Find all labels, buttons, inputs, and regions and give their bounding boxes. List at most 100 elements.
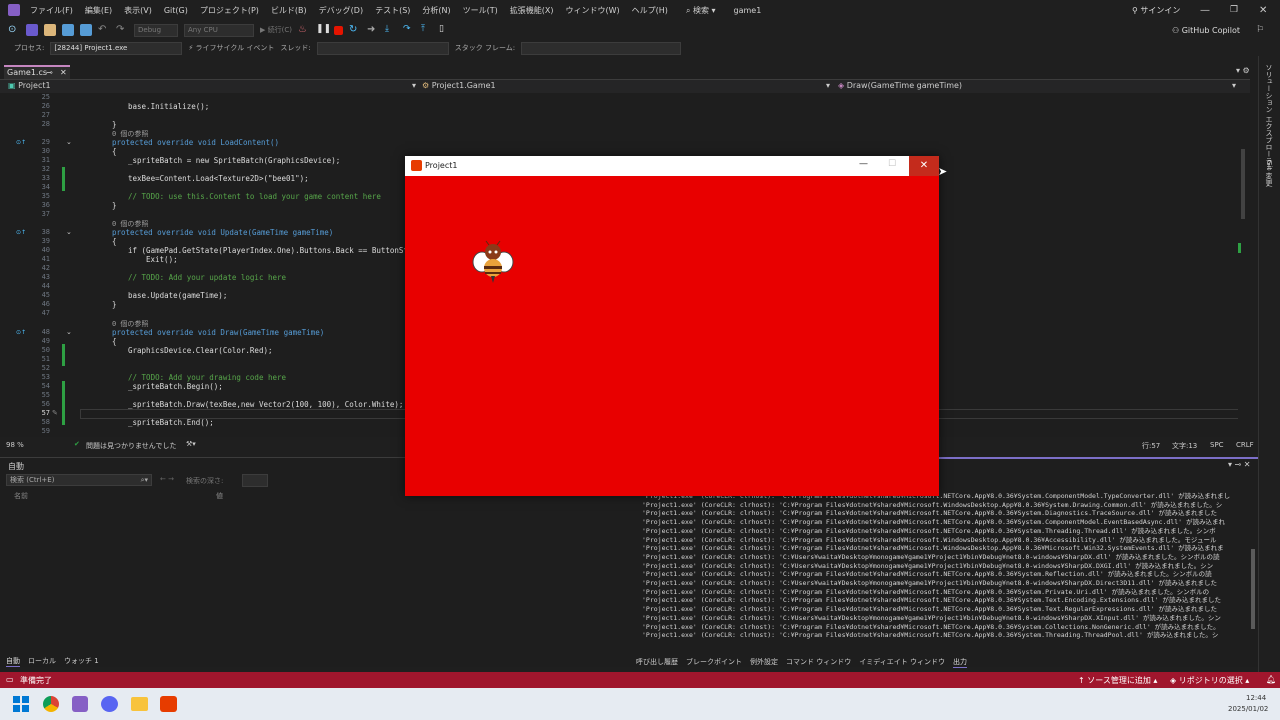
- tab-game1-cs[interactable]: Game1.cs ⊸ ✕: [4, 65, 70, 79]
- scrollbar-thumb[interactable]: [1251, 549, 1255, 629]
- step-into-icon[interactable]: ⤓: [385, 24, 397, 36]
- menu-test[interactable]: テスト(S): [369, 5, 416, 16]
- game-close-button[interactable]: ✕: [909, 156, 939, 176]
- collapse-icon[interactable]: ⌄: [66, 328, 72, 336]
- stack-frame-select[interactable]: [521, 41, 682, 55]
- minimize-button[interactable]: —: [1200, 5, 1210, 16]
- nav-back-icon[interactable]: ← →: [160, 475, 174, 483]
- tab-autos[interactable]: 自動: [6, 656, 20, 667]
- step-out-icon[interactable]: ⤒: [421, 24, 433, 36]
- add-to-source-control-button[interactable]: ↑ ソース管理に追加 ▴: [1078, 675, 1157, 686]
- platform-select[interactable]: Any CPU: [184, 23, 254, 37]
- discord-icon[interactable]: [101, 696, 118, 712]
- collapse-icon[interactable]: ⌄: [66, 228, 72, 236]
- game-maximize-button[interactable]: ☐: [888, 159, 896, 169]
- quick-action-icon[interactable]: ✎: [52, 409, 58, 417]
- brush-icon[interactable]: ⚒▾: [186, 440, 196, 448]
- menu-window[interactable]: ウィンドウ(W): [560, 5, 626, 16]
- menu-view[interactable]: 表示(V): [118, 5, 158, 16]
- taskbar-time[interactable]: 12:44: [1246, 694, 1266, 702]
- save-all-icon[interactable]: [80, 24, 92, 36]
- menu-debug[interactable]: デバッグ(D): [313, 5, 369, 16]
- game-minimize-button[interactable]: —: [859, 159, 868, 169]
- game-window[interactable]: Project1 — ☐ ✕: [405, 156, 939, 496]
- collapse-icon[interactable]: ⌄: [66, 138, 72, 146]
- tab-call-stack[interactable]: 呼び出し履歴: [636, 657, 678, 668]
- search-button[interactable]: ⌕ 検索 ▾: [680, 5, 722, 16]
- issues-status[interactable]: 問題は見つかりませんでした: [86, 441, 176, 451]
- visual-studio-icon[interactable]: [72, 696, 88, 712]
- signin-button[interactable]: ⚲ サインイン: [1132, 5, 1180, 16]
- git-changes-tab[interactable]: Git 変更: [1264, 160, 1274, 186]
- back-icon[interactable]: ⊙: [8, 24, 20, 36]
- member-dropdown[interactable]: ◈ Draw(GameTime gameTime) ▾: [838, 81, 1238, 90]
- windows-start-icon[interactable]: [13, 696, 29, 712]
- pin-icon[interactable]: ⊸: [46, 67, 53, 79]
- thread-select[interactable]: [316, 41, 449, 55]
- game-title-bar[interactable]: Project1 — ☐ ✕: [405, 156, 939, 176]
- open-icon[interactable]: [44, 24, 56, 36]
- autos-tabs: 自動 ローカル ウォッチ 1: [6, 656, 99, 667]
- lifecycle-events-button[interactable]: ⚡ ライフサイクル イベント: [188, 43, 274, 53]
- menu-edit[interactable]: 編集(E): [79, 5, 118, 16]
- menu-help[interactable]: ヘルプ(H): [626, 5, 674, 16]
- process-select[interactable]: [28244] Project1.exe: [50, 41, 183, 55]
- tab-output[interactable]: 出力: [952, 657, 967, 668]
- tab-breakpoints[interactable]: ブレークポイント: [686, 657, 742, 668]
- menu-git[interactable]: Git(G): [158, 6, 194, 15]
- notification-icon[interactable]: 🔔︎: [1266, 675, 1276, 684]
- feedback-icon[interactable]: ⚐: [1256, 25, 1264, 35]
- scrollbar-thumb[interactable]: [1241, 149, 1245, 219]
- new-item-icon[interactable]: [26, 24, 38, 36]
- continue-button[interactable]: ▶ 続行(C): [260, 25, 292, 35]
- monogame-icon[interactable]: [160, 696, 177, 712]
- menu-extensions[interactable]: 拡張機能(X): [504, 5, 560, 16]
- close-tab-icon[interactable]: ✕: [60, 67, 67, 79]
- menu-file[interactable]: ファイル(F): [24, 5, 79, 16]
- stop-icon[interactable]: [333, 25, 343, 35]
- output-scrollbar[interactable]: [1248, 489, 1258, 639]
- tab-watch1[interactable]: ウォッチ 1: [64, 656, 99, 667]
- tab-locals[interactable]: ローカル: [28, 656, 56, 667]
- whitespace-mode[interactable]: SPC: [1210, 441, 1224, 449]
- zoom-level[interactable]: 98 %: [6, 441, 24, 449]
- redo-icon[interactable]: ↷: [116, 24, 128, 36]
- menu-tools[interactable]: ツール(T): [457, 5, 504, 16]
- chrome-icon[interactable]: [43, 696, 59, 712]
- save-icon[interactable]: [62, 24, 74, 36]
- undo-icon[interactable]: ↶: [98, 24, 110, 36]
- bookmark-icon[interactable]: ▯: [439, 24, 451, 36]
- menu-analyze[interactable]: 分析(N): [416, 5, 456, 16]
- solution-explorer-tab[interactable]: ソリューション エクスプローラー: [1264, 64, 1274, 171]
- close-button[interactable]: ✕: [1259, 5, 1267, 16]
- tab-settings-icon[interactable]: ▾ ⚙: [1236, 66, 1250, 75]
- line-number: 27: [41, 111, 50, 119]
- vs-logo-icon[interactable]: [8, 4, 20, 16]
- file-explorer-icon[interactable]: [131, 697, 148, 711]
- project-dropdown[interactable]: ▣ Project1 ▾: [8, 81, 418, 90]
- menu-project[interactable]: プロジェクト(P): [194, 5, 265, 16]
- maximize-button[interactable]: ❐: [1230, 5, 1238, 15]
- pause-icon[interactable]: ❚❚: [316, 24, 331, 36]
- search-depth-select[interactable]: [242, 474, 268, 487]
- copilot-button[interactable]: ⚇ GitHub Copilot: [1172, 26, 1240, 35]
- taskbar-date[interactable]: 2025/01/02: [1228, 705, 1268, 713]
- tab-command-window[interactable]: コマンド ウィンドウ: [786, 657, 851, 668]
- editor-scrollbar[interactable]: [1238, 93, 1248, 437]
- tab-immediate-window[interactable]: イミディエイト ウィンドウ: [859, 657, 945, 668]
- check-icon: ✔: [74, 440, 80, 448]
- restart-icon[interactable]: ↻: [349, 24, 361, 36]
- tab-exception-settings[interactable]: 例外設定: [750, 657, 778, 668]
- show-next-icon[interactable]: ➜: [367, 24, 379, 36]
- line-number: 56: [41, 400, 50, 408]
- panel-controls-icon[interactable]: ▾ ⊸ ✕: [1228, 460, 1251, 469]
- line-ending[interactable]: CRLF: [1236, 441, 1254, 449]
- change-marker: [62, 344, 65, 366]
- select-repository-button[interactable]: ◈ リポジトリの選択 ▴: [1170, 675, 1249, 686]
- hot-reload-icon[interactable]: ♨: [298, 24, 310, 36]
- menu-build[interactable]: ビルド(B): [265, 5, 313, 16]
- config-select[interactable]: Debug: [134, 23, 178, 37]
- class-dropdown[interactable]: ⚙ Project1.Game1 ▾: [422, 81, 832, 90]
- step-over-icon[interactable]: ↷: [403, 24, 415, 36]
- autos-search-input[interactable]: 検索 (Ctrl+E) ⌕▾: [6, 474, 152, 486]
